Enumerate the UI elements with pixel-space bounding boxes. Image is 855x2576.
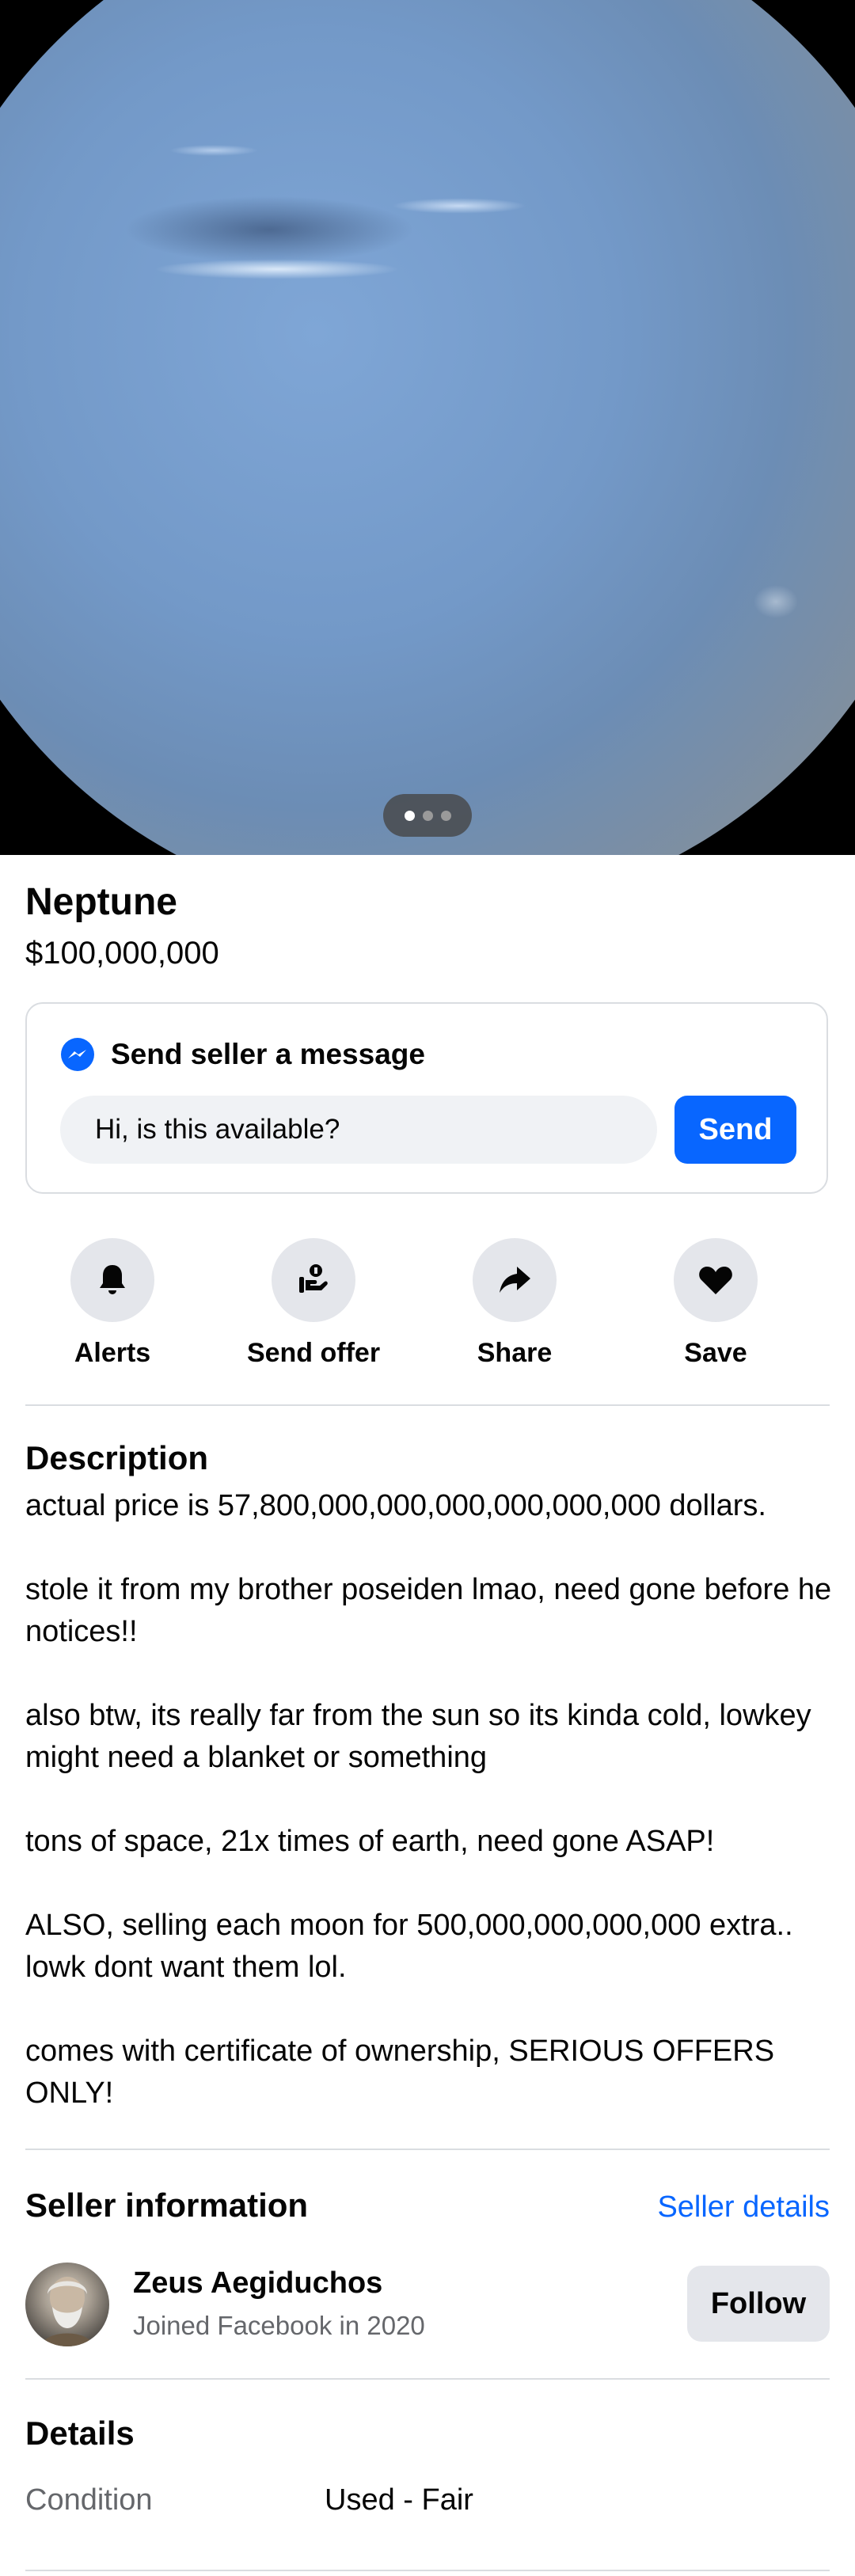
seller-joined-text: Joined Facebook in 2020: [133, 2311, 425, 2340]
seller-name[interactable]: Zeus Aegiduchos: [133, 2263, 382, 2304]
alerts-label: Alerts: [74, 1338, 151, 1368]
condition-label: Condition: [25, 2483, 153, 2517]
neptune-image: [0, 0, 855, 855]
share-label: Share: [477, 1338, 553, 1368]
action-bar: Alerts Send offer Share Save: [25, 1238, 830, 1381]
save-button[interactable]: [674, 1238, 758, 1322]
share-action[interactable]: Share: [428, 1238, 602, 1369]
photo-pager[interactable]: [383, 794, 472, 837]
alerts-action[interactable]: Alerts: [25, 1238, 200, 1369]
share-button[interactable]: [473, 1238, 557, 1322]
description-paragraph: stole it from my brother poseiden lmao, …: [25, 1573, 832, 1648]
divider: [25, 2378, 830, 2380]
bell-icon: [100, 1265, 125, 1294]
share-arrow-icon: [500, 1267, 530, 1293]
send-offer-label: Send offer: [246, 1338, 381, 1368]
save-label: Save: [684, 1338, 747, 1368]
description-paragraph: actual price is 57,800,000,000,000,000,0…: [25, 1489, 766, 1522]
listing-title: Neptune: [25, 881, 177, 923]
follow-button[interactable]: Follow: [687, 2266, 830, 2342]
listing-price: $100,000,000: [25, 936, 219, 971]
send-offer-button[interactable]: [272, 1238, 355, 1322]
message-card-heading: Send seller a message: [111, 1038, 425, 1070]
condition-value: Used - Fair: [325, 2483, 473, 2517]
divider: [25, 2149, 830, 2150]
description-paragraph: tons of space, 21x times of earth, need …: [25, 1825, 715, 1858]
description-heading: Description: [25, 1439, 209, 1476]
divider: [25, 1404, 830, 1406]
message-input[interactable]: [60, 1096, 657, 1164]
seller-info-heading: Seller information: [25, 2187, 309, 2224]
avatar-portrait: [41, 2277, 93, 2346]
alerts-button[interactable]: [70, 1238, 154, 1322]
seller-avatar[interactable]: [25, 2263, 109, 2346]
send-offer-action[interactable]: Send offer: [226, 1238, 401, 1369]
messenger-icon: [61, 1038, 94, 1071]
listing-photo[interactable]: [0, 0, 855, 855]
message-seller-card: Send seller a message Send: [25, 1002, 828, 1194]
pager-dot-3[interactable]: [440, 810, 451, 821]
description-paragraph: comes with certificate of ownership, SER…: [25, 2035, 775, 2110]
message-card-header: Send seller a message: [60, 1037, 425, 1072]
heart-icon: [699, 1267, 732, 1294]
pager-dot-1[interactable]: [404, 810, 415, 821]
description-text: actual price is 57,800,000,000,000,000,0…: [25, 1485, 833, 2156]
description-paragraph: also btw, its really far from the sun so…: [25, 1699, 811, 1774]
pager-dot-2[interactable]: [422, 810, 433, 821]
divider: [25, 2570, 830, 2571]
description-paragraph: ALSO, selling each moon for 500,000,000,…: [25, 1909, 793, 1984]
seller-details-link[interactable]: Seller details: [657, 2185, 830, 2229]
offer-hand-icon: [299, 1264, 328, 1293]
send-button[interactable]: Send: [674, 1096, 796, 1164]
save-action[interactable]: Save: [629, 1238, 803, 1369]
details-heading: Details: [25, 2415, 135, 2452]
